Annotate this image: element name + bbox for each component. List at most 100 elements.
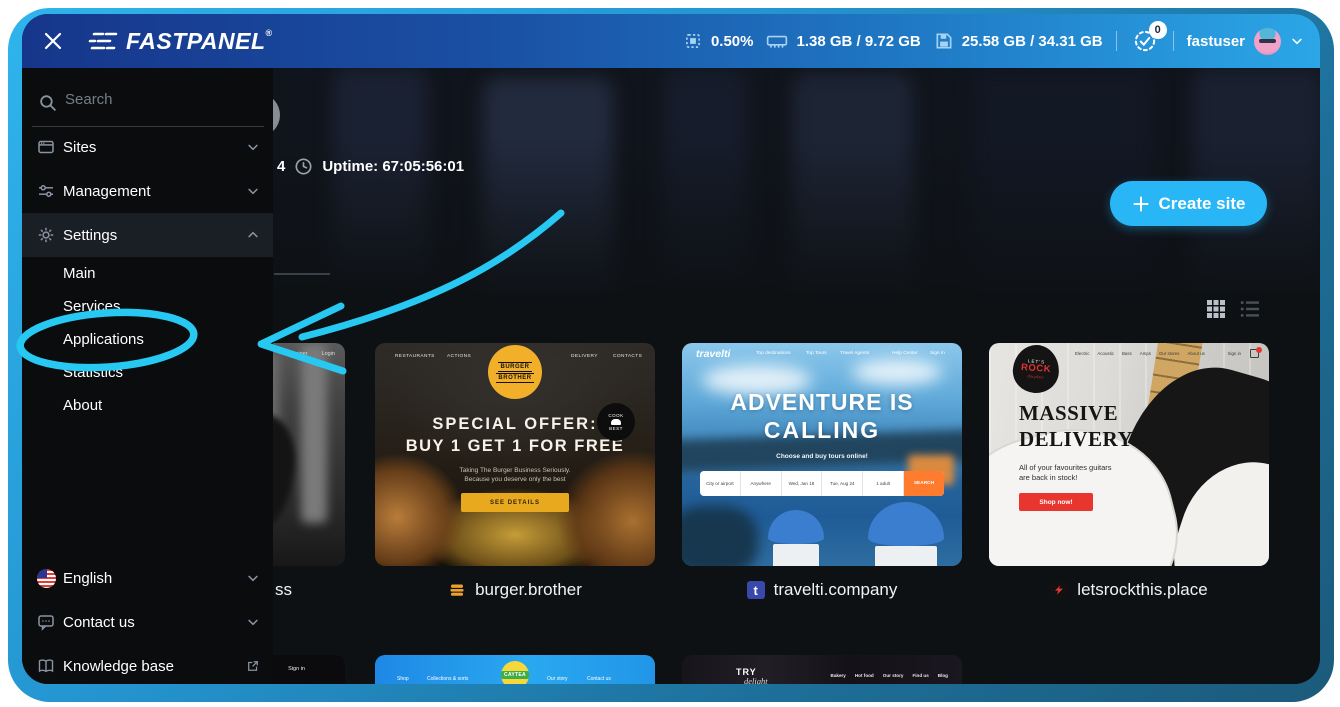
travelti-help: Help Center (892, 351, 918, 356)
sidebar-search[interactable] (22, 88, 273, 118)
travelti-signin: Sign In (930, 351, 945, 356)
burger-nav-item: RESTAURANTS (395, 354, 435, 359)
burger-badge-top: COOK (608, 413, 623, 418)
book-icon (37, 657, 55, 675)
flag-us-icon (37, 569, 56, 588)
topbar-divider (1116, 31, 1117, 51)
search-icon (38, 93, 57, 112)
trydelight-nav-item: Our story (883, 673, 904, 678)
screenshot-stage: 4 Uptime: 67:05:56:01 Create site (0, 0, 1340, 707)
site-card-travelti[interactable]: travelti Top destinations Top Tours Trav… (682, 343, 962, 566)
cpu-icon (683, 31, 703, 51)
travelti-subtitle: Choose and buy tours online! (682, 453, 962, 460)
caytea-logo-text: CAYTEA (501, 671, 529, 679)
rock-logo-bottom: this place (1027, 374, 1043, 380)
chevron-up-icon (246, 228, 260, 242)
submenu-label: Services (63, 298, 121, 315)
sidebar-item-settings[interactable]: Settings (22, 213, 273, 257)
burger-logo-bottom: BROTHER (496, 373, 533, 383)
fastpanel-window: 4 Uptime: 67:05:56:01 Create site (22, 14, 1320, 684)
site-name-text: ss (275, 580, 292, 600)
sidebar-item-label: Knowledge base (63, 658, 174, 675)
site-name-letsrock[interactable]: letsrockthis.place (989, 580, 1269, 600)
row2-signin: Sign in (288, 666, 305, 672)
burger-tagline1: Taking The Burger Business Seriously. (375, 467, 655, 474)
cart-icon (1250, 349, 1259, 358)
travelti-field: Tue, Aug 24 (822, 471, 863, 496)
site-name-burger-brother[interactable]: burger.brother (375, 580, 655, 600)
rock-nav: Electric Acoustic Bass Amps Our stores A… (1075, 351, 1205, 356)
rock-subtitle1: All of your favourites guitars (1019, 463, 1112, 472)
search-input[interactable] (63, 90, 247, 109)
rock-headline2: DELIVERY. (1019, 427, 1137, 452)
close-menu-button[interactable] (40, 28, 66, 54)
gym-nav-login: Login (322, 351, 335, 357)
ram-stat[interactable]: 1.38 GB / 9.72 GB (766, 31, 920, 51)
cpu-value: 0.50% (711, 33, 754, 50)
trydelight-nav: Bakery Hot food Our story Find us Blog (831, 673, 948, 678)
settings-gear-icon (37, 226, 55, 244)
sites-icon (37, 138, 55, 156)
submenu-item-statistics[interactable]: Statistics (22, 356, 273, 389)
user-menu[interactable]: fastuser (1187, 28, 1304, 55)
travelti-search-bar: City or airport Anywhere Wed, Jan 18 Tue… (700, 471, 944, 496)
brand-text: FASTPANEL® (126, 28, 273, 55)
site-card-caytea[interactable]: Shop Collections & sorts Our story Conta… (375, 655, 655, 684)
submenu-label: About (63, 397, 102, 414)
notifications-count-badge: 0 (1149, 21, 1167, 39)
ram-icon (766, 31, 788, 51)
sidebar-item-language[interactable]: English (22, 556, 273, 600)
trydelight-nav-item: Blog (938, 673, 948, 678)
burger-badge-bottom: BEST (609, 426, 623, 431)
chevron-down-icon (246, 140, 260, 154)
sidebar-item-sites[interactable]: Sites (22, 125, 273, 169)
rock-nav-item: Acoustic (1097, 351, 1114, 356)
site-name-text: travelti.company (774, 580, 898, 600)
disk-value: 25.58 GB / 34.31 GB (962, 33, 1103, 50)
travelti-favicon: t (747, 581, 765, 599)
registered-mark: ® (266, 28, 273, 38)
rock-nav-item: Electric (1075, 351, 1089, 356)
travelti-nav-item: Top Tours (806, 351, 827, 356)
sidebar-item-label: English (63, 570, 112, 587)
caytea-nav-item: Shop (397, 676, 409, 682)
gym-nav-item: a Trainer (286, 351, 308, 357)
sidebar-item-knowledge-base[interactable]: Knowledge base (22, 644, 273, 684)
list-view-toggle[interactable] (1240, 299, 1260, 319)
travelti-search-button: SEARCH (904, 471, 944, 496)
fastpanel-logo[interactable]: FASTPANEL® (88, 28, 273, 55)
trydelight-nav-item: Find us (912, 673, 928, 678)
caytea-nav-item: Contact us (587, 676, 611, 682)
submenu-item-services[interactable]: Services (22, 290, 273, 323)
fastpanel-logo-icon (86, 29, 119, 53)
travelti-logo: travelti (696, 348, 730, 360)
site-card-letsrock[interactable]: LET'S ROCK this place Electric Acoustic … (989, 343, 1269, 566)
ip-fragment: 4 (277, 158, 285, 175)
rock-headline1: MASSIVE (1019, 401, 1118, 426)
site-name-fitness-partial[interactable]: ss (275, 580, 292, 600)
travelti-nav-item: Travel Agents (840, 351, 869, 356)
username-text: fastuser (1187, 33, 1245, 50)
submenu-item-about[interactable]: About (22, 389, 273, 422)
letsrock-favicon (1050, 581, 1068, 599)
site-card-burger-brother[interactable]: RESTAURANTS ACTIONS DELIVERY CONTACTS BU… (375, 343, 655, 566)
sidebar-item-management[interactable]: Management (22, 169, 273, 213)
sidebar-item-contact-us[interactable]: Contact us (22, 600, 273, 644)
notifications-button[interactable]: 0 (1130, 26, 1160, 56)
submenu-item-main[interactable]: Main (22, 257, 273, 290)
travelti-headline1: ADVENTURE IS (682, 389, 962, 416)
topbar: FASTPANEL® 0.50% 1.38 GB / 9.72 GB 25.58… (22, 14, 1320, 68)
burger-see-details-button: SEE DETAILS (461, 493, 569, 512)
burger-brother-logo: BURGER BROTHER (488, 345, 542, 399)
site-name-text: burger.brother (475, 580, 582, 600)
site-card-trydelight[interactable]: TRY delight Bakery Hot food Our story Fi… (682, 655, 962, 684)
grid-view-toggle[interactable] (1206, 299, 1226, 319)
site-name-travelti[interactable]: t travelti.company (682, 580, 962, 600)
disk-stat[interactable]: 25.58 GB / 34.31 GB (934, 31, 1103, 51)
rock-nav-item: Amps (1140, 351, 1151, 356)
rock-shop-button: Shop now! (1019, 493, 1093, 511)
travelti-dome (868, 502, 944, 566)
cpu-stat[interactable]: 0.50% (683, 31, 754, 51)
create-site-button[interactable]: Create site (1110, 181, 1267, 226)
submenu-item-applications[interactable]: Applications (22, 323, 273, 356)
